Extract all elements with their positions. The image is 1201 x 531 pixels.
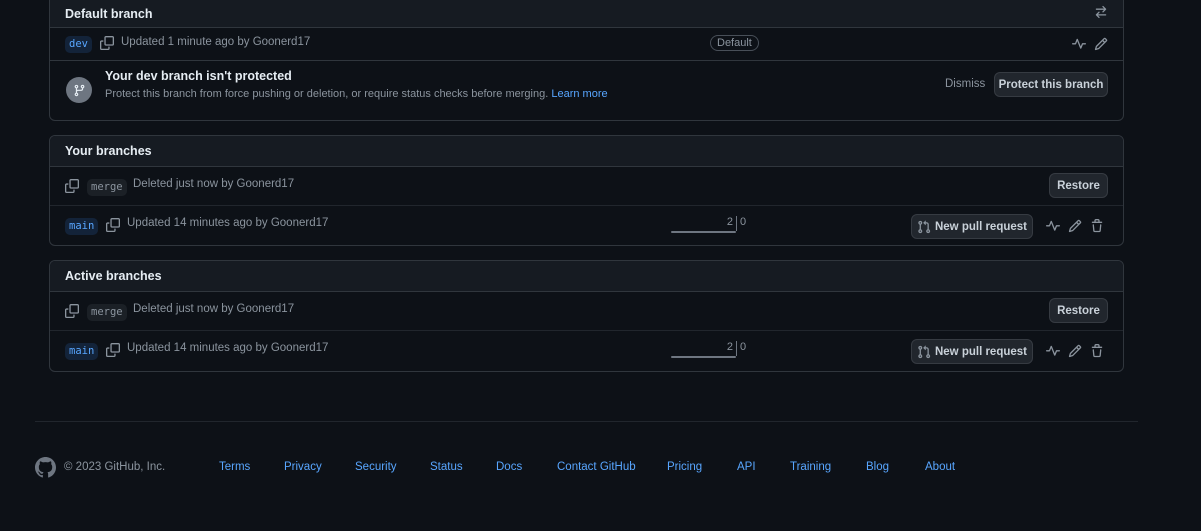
branch-row-merge: merge Deleted just now by Goonerd17 Rest… [50, 167, 1123, 206]
branch-name-main[interactable]: main [65, 218, 99, 235]
footer-divider [35, 421, 1138, 422]
footer-link-docs[interactable]: Docs [496, 461, 522, 473]
pencil-icon[interactable] [1094, 37, 1108, 51]
branch-meta: Deleted just now by Goonerd17 [133, 303, 295, 315]
your-branches-title: Your branches [65, 144, 152, 158]
default-badge: Default [710, 35, 759, 51]
new-pull-request-button[interactable]: New pull request [911, 339, 1033, 364]
branch-row-main: main Updated 14 minutes ago by Goonerd17… [50, 331, 1123, 371]
restore-button[interactable]: Restore [1049, 298, 1108, 323]
protection-title: Your dev branch isn't protected [105, 69, 292, 83]
pencil-icon[interactable] [1068, 344, 1082, 358]
branch-name-merge: merge [87, 179, 127, 196]
behind-count: 2 [726, 216, 733, 228]
footer-link-security[interactable]: Security [355, 461, 397, 473]
trash-icon[interactable] [1090, 219, 1104, 233]
learn-more-link[interactable]: Learn more [551, 88, 607, 100]
pull-request-icon [917, 220, 931, 234]
footer-link-about[interactable]: About [925, 461, 955, 473]
copy-icon[interactable] [65, 304, 79, 318]
activity-icon[interactable] [1072, 37, 1086, 51]
default-branch-row: dev Updated 1 minute ago by Goonerd17 De… [50, 28, 1123, 61]
switch-default-branch-icon[interactable] [1094, 5, 1108, 19]
restore-button[interactable]: Restore [1049, 173, 1108, 198]
branch-row-main: main Updated 14 minutes ago by Goonerd17… [50, 206, 1123, 245]
protection-notice: Your dev branch isn't protected Protect … [50, 61, 1123, 120]
your-branches-header: Your branches [50, 136, 1123, 167]
new-pull-request-label: New pull request [934, 345, 1028, 358]
branch-name-dev[interactable]: dev [65, 36, 92, 53]
branch-meta: Updated 1 minute ago by Goonerd17 [121, 36, 311, 48]
default-branch-box: Default branch dev Updated 1 minute ago … [49, 0, 1124, 121]
protect-branch-button[interactable]: Protect this branch [994, 72, 1108, 97]
footer-link-pricing[interactable]: Pricing [667, 461, 702, 473]
active-branches-box: Active branches merge Deleted just now b… [49, 260, 1124, 372]
dismiss-button[interactable]: Dismiss [945, 78, 985, 90]
copy-icon[interactable] [65, 179, 79, 193]
pencil-icon[interactable] [1068, 219, 1082, 233]
new-pull-request-button[interactable]: New pull request [911, 214, 1033, 239]
branch-row-merge: merge Deleted just now by Goonerd17 Rest… [50, 292, 1123, 331]
footer-link-privacy[interactable]: Privacy [284, 461, 322, 473]
ab-divider [736, 216, 737, 231]
protection-description-text: Protect this branch from force pushing o… [105, 88, 549, 100]
default-branch-title: Default branch [65, 7, 153, 21]
footer-link-status[interactable]: Status [430, 461, 463, 473]
pull-request-icon [917, 345, 931, 359]
footer-link-api[interactable]: API [737, 461, 756, 473]
ab-divider [736, 341, 737, 356]
copy-icon[interactable] [106, 218, 120, 232]
behind-bar [671, 231, 736, 233]
trash-icon[interactable] [1090, 344, 1104, 358]
footer-link-contact[interactable]: Contact GitHub [557, 461, 636, 473]
github-logo-icon[interactable] [35, 457, 56, 478]
behind-count: 2 [726, 341, 733, 353]
behind-bar [671, 356, 736, 358]
footer-link-training[interactable]: Training [790, 461, 831, 473]
your-branches-box: Your branches merge Deleted just now by … [49, 135, 1124, 246]
footer-link-blog[interactable]: Blog [866, 461, 889, 473]
branch-name-main[interactable]: main [65, 343, 99, 360]
branch-meta: Deleted just now by Goonerd17 [133, 178, 295, 190]
copy-icon[interactable] [100, 36, 114, 50]
footer-copyright: © 2023 GitHub, Inc. [64, 461, 166, 473]
branch-meta: Updated 14 minutes ago by Goonerd17 [127, 217, 329, 229]
footer-link-terms[interactable]: Terms [219, 461, 250, 473]
active-branches-title: Active branches [65, 269, 162, 283]
ahead-count: 0 [740, 341, 747, 353]
ahead-behind-indicator: 2 0 [671, 341, 801, 358]
protection-description: Protect this branch from force pushing o… [105, 88, 608, 100]
ahead-count: 0 [740, 216, 747, 228]
active-branches-header: Active branches [50, 261, 1123, 292]
branch-name-merge: merge [87, 304, 127, 321]
copy-icon[interactable] [106, 343, 120, 357]
default-branch-header: Default branch [50, 0, 1123, 28]
ahead-behind-indicator: 2 0 [671, 216, 801, 233]
branch-meta: Updated 14 minutes ago by Goonerd17 [127, 342, 329, 354]
branch-icon [66, 77, 92, 103]
activity-icon[interactable] [1046, 219, 1060, 233]
new-pull-request-label: New pull request [934, 220, 1028, 233]
activity-icon[interactable] [1046, 344, 1060, 358]
